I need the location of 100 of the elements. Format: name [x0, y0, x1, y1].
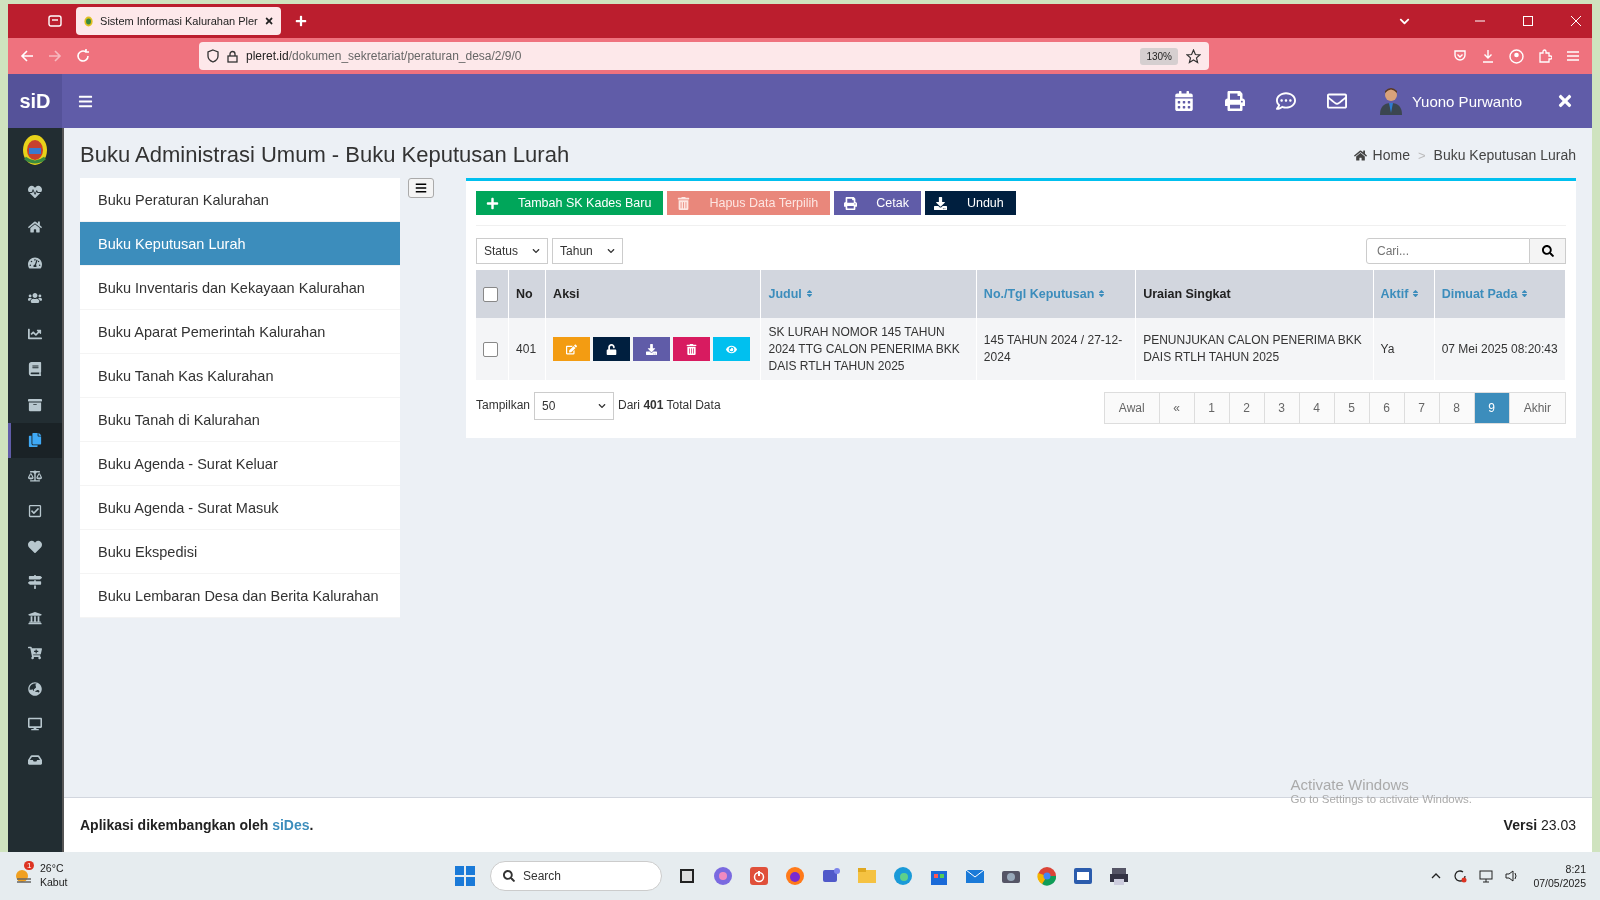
pocket-icon[interactable]: [1453, 49, 1467, 63]
table-cell: 401: [508, 318, 546, 381]
page-link[interactable]: 6: [1368, 392, 1405, 425]
chrome-icon[interactable]: [1036, 865, 1058, 887]
add-button[interactable]: Tambah SK Kades Baru: [476, 191, 664, 215]
reload-icon[interactable]: [76, 49, 90, 63]
page-link[interactable]: 1: [1193, 392, 1230, 425]
maximize-icon[interactable]: [1522, 15, 1534, 27]
page-link[interactable]: Akhir: [1508, 392, 1566, 425]
address-bar[interactable]: pleret.id/dokumen_sekretariat/peraturan_desa/2/9/0 130%: [199, 42, 1209, 70]
lock-button[interactable]: [593, 337, 631, 362]
account-icon[interactable]: [1509, 48, 1524, 64]
menu-icon[interactable]: [78, 93, 93, 109]
print-button[interactable]: Cetak: [834, 191, 921, 215]
close-window-icon[interactable]: [1570, 15, 1582, 27]
page-link[interactable]: 7: [1403, 392, 1440, 425]
menu-item[interactable]: Buku Keputusan Lurah: [80, 222, 400, 266]
speaker-icon[interactable]: [1505, 869, 1520, 883]
star-icon[interactable]: [1186, 48, 1201, 64]
zoom-level[interactable]: 130%: [1140, 47, 1178, 65]
browser-tab[interactable]: Sistem Informasi Kalurahan Pler: [76, 7, 281, 35]
fox-browser-icon[interactable]: [784, 865, 806, 887]
page-link[interactable]: 8: [1438, 392, 1475, 425]
column-header: No: [508, 270, 546, 318]
heart-icon: [28, 539, 42, 554]
sidebar-item[interactable]: [8, 422, 62, 458]
toggle-menu-button[interactable]: [408, 178, 434, 198]
back-arrow-icon[interactable]: [20, 49, 34, 63]
bank-building-icon: [28, 610, 42, 625]
search-field[interactable]: Cari...: [1366, 238, 1530, 264]
wave-browser-icon[interactable]: [892, 865, 914, 887]
printer-icon: [843, 196, 857, 210]
swirl-icon[interactable]: [712, 865, 734, 887]
activation-title: Activate Windows: [1290, 776, 1410, 793]
search-button[interactable]: [1530, 238, 1566, 264]
envelope-icon[interactable]: [1326, 91, 1347, 111]
app-logo: siD: [8, 74, 62, 128]
chat-icon[interactable]: [1275, 91, 1296, 111]
row-checkbox[interactable]: [483, 342, 498, 358]
activation-hint: Go to Settings to activate Windows.: [1290, 793, 1472, 805]
checkbox-icon: [28, 504, 42, 519]
page-link[interactable]: 5: [1333, 392, 1370, 425]
calendar-icon[interactable]: [1173, 91, 1194, 111]
delete-button[interactable]: [673, 337, 711, 362]
inbox-icon: [28, 752, 42, 767]
padlock-icon: [227, 49, 238, 63]
new-tab-icon[interactable]: [295, 15, 307, 27]
user-avatar[interactable]: [1377, 87, 1404, 115]
document-icon[interactable]: [1072, 865, 1094, 887]
taskbar-search[interactable]: Search: [490, 861, 662, 891]
filter-dropdown[interactable]: Tahun: [552, 238, 623, 264]
sort-icon: [1520, 289, 1530, 298]
page-link[interactable]: «: [1158, 392, 1195, 425]
tab-list-icon[interactable]: [48, 14, 62, 28]
search-icon: [503, 870, 515, 882]
breadcrumb-current: Buku Keputusan Lurah: [1433, 147, 1576, 163]
emblem-logo: [22, 134, 48, 166]
close-tab-icon[interactable]: [264, 16, 273, 26]
credit-link[interactable]: siDes: [272, 817, 310, 833]
chevron-up-icon[interactable]: [1431, 871, 1442, 881]
page-link[interactable]: 3: [1263, 392, 1300, 425]
sync-icon[interactable]: [1453, 869, 1468, 883]
page-link[interactable]: Awal: [1103, 392, 1160, 425]
column-header: Uraian Singkat: [1135, 270, 1374, 318]
signpost-icon: [28, 575, 42, 590]
download-icon[interactable]: [1481, 49, 1495, 63]
globe-icon: [28, 681, 42, 696]
edit-icon: [566, 343, 578, 355]
printer-icon[interactable]: [1108, 865, 1130, 887]
close-icon[interactable]: [1556, 92, 1574, 110]
tab-title: Sistem Informasi Kalurahan Pler: [100, 15, 258, 27]
puzzle-icon[interactable]: [1538, 49, 1552, 63]
weather-text: Kabut: [40, 876, 68, 890]
download-button[interactable]: [633, 337, 671, 362]
page-link[interactable]: 9: [1473, 392, 1510, 425]
page-link[interactable]: 4: [1298, 392, 1335, 425]
credit-text: Aplikasi dikembangkan oleh: [80, 817, 270, 833]
download-button[interactable]: Unduh: [924, 191, 1016, 215]
table-cell: Ya: [1373, 318, 1435, 381]
sort-icon: [804, 289, 814, 298]
clock[interactable]: 8:21 07/05/2025: [1533, 861, 1586, 891]
page-link[interactable]: 2: [1228, 392, 1265, 425]
windows-logo-icon[interactable]: [454, 865, 476, 887]
network-icon[interactable]: [1479, 869, 1494, 883]
people-icon: [28, 291, 42, 306]
site-emblem-icon: [84, 14, 94, 28]
url-text: pleret.id/dokumen_sekretariat/peraturan_desa/2/9/0: [246, 49, 522, 63]
trash-icon: [686, 343, 698, 355]
page-size-label: Tampilkan: [476, 398, 531, 413]
trash-icon: [676, 196, 690, 210]
user-name[interactable]: Yuono Purwanto: [1411, 92, 1522, 110]
breadcrumb-link[interactable]: Home: [1353, 147, 1410, 163]
select-all-checkbox[interactable]: [483, 286, 498, 302]
printer-icon[interactable]: [1224, 91, 1245, 111]
weather-icon[interactable]: [14, 867, 34, 885]
power-icon[interactable]: [748, 865, 770, 887]
page-size-dropdown[interactable]: 50: [534, 392, 615, 421]
chevron-down-icon: [606, 247, 615, 255]
filter-dropdown[interactable]: Status: [476, 238, 549, 264]
temperature-text: 26°C: [40, 862, 65, 876]
